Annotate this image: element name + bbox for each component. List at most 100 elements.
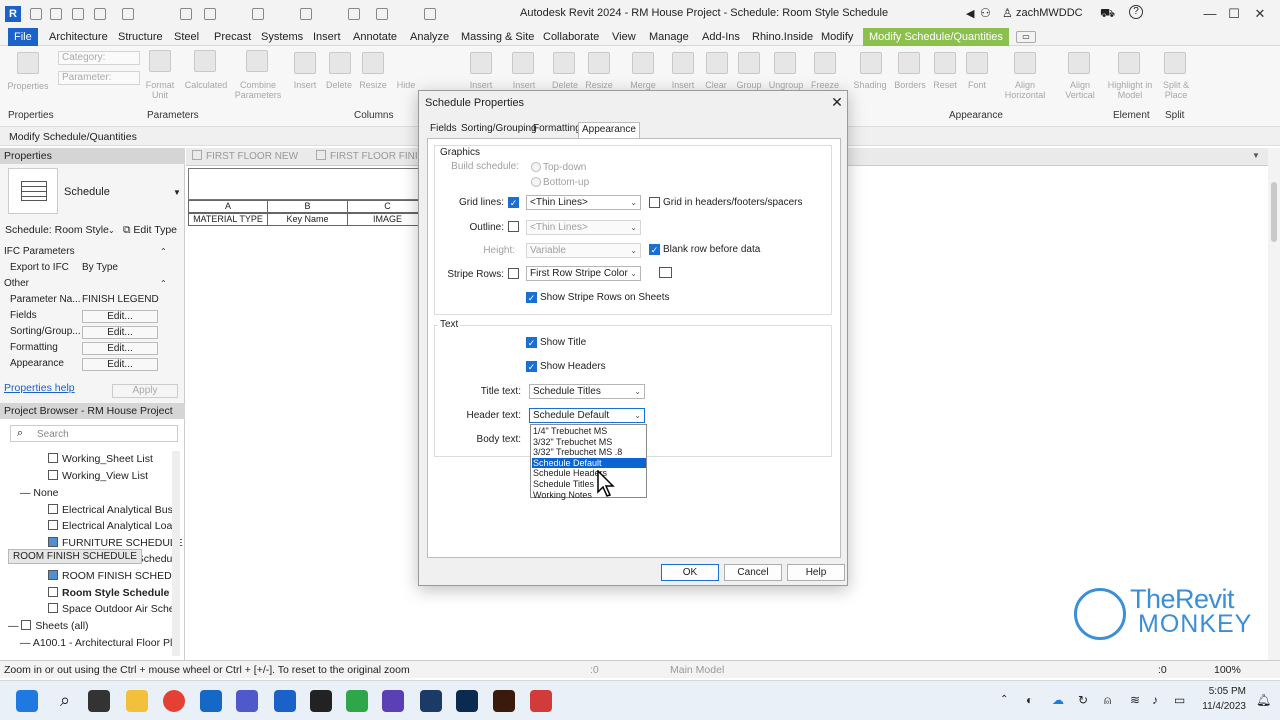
fields-edit-button[interactable]: Edit... (82, 310, 158, 323)
properties-help-link[interactable]: Properties help (4, 382, 75, 394)
autocad-icon[interactable] (382, 690, 404, 712)
insert-image-icon[interactable] (672, 52, 694, 74)
section-other[interactable]: Other (4, 276, 179, 292)
tab-massing-site[interactable]: Massing & Site (455, 28, 540, 46)
view-tab-first-floor-finish[interactable]: FIRST FLOOR FINIS (316, 150, 424, 162)
combine-parameters-icon[interactable] (246, 50, 268, 72)
stripe-rows-combo[interactable]: First Row Stripe Color ⌄ (526, 266, 641, 281)
browser-item[interactable]: ROOM FINISH SCHEDU (48, 568, 179, 584)
browser-item[interactable]: Electrical Analytical Load (48, 518, 178, 534)
delete-row-icon[interactable] (553, 52, 575, 74)
font-icon[interactable] (966, 52, 988, 74)
teams-icon[interactable] (236, 690, 258, 712)
tab-steel[interactable]: Steel (168, 28, 205, 46)
tab-architecture[interactable]: Architecture (43, 28, 114, 46)
align-horizontal-icon[interactable] (1014, 52, 1036, 74)
tab-precast[interactable]: Precast (208, 28, 257, 46)
tray-app-icon[interactable]: ◐ (1026, 693, 1033, 707)
illustrator-icon[interactable] (493, 690, 515, 712)
insert-data-row-icon[interactable] (512, 52, 534, 74)
resize-row-icon[interactable] (588, 52, 610, 74)
help-icon[interactable]: ? (1129, 5, 1143, 19)
prop-parameter-value[interactable]: FINISH LEGEND (82, 294, 159, 305)
stripe-rows-checkbox[interactable] (508, 268, 519, 279)
schedule-title-cell[interactable] (188, 168, 428, 200)
header-image[interactable]: IMAGE (347, 213, 428, 226)
insert-column-icon[interactable] (294, 52, 316, 74)
dialog-close-icon[interactable]: ✕ (829, 94, 845, 110)
formatting-edit-button[interactable]: Edit... (82, 342, 158, 355)
edit-type-button[interactable]: ⧉ Edit Type (123, 224, 177, 237)
section-icon[interactable] (376, 8, 388, 20)
filter-count[interactable]: :0 (1158, 664, 1167, 676)
align-vertical-icon[interactable] (1068, 52, 1090, 74)
blank-row-checkbox[interactable]: ✓ (649, 244, 660, 255)
undo-icon[interactable] (94, 8, 106, 20)
show-headers-checkbox[interactable]: ✓ (526, 361, 537, 372)
outlook-icon[interactable] (200, 690, 222, 712)
highlight-in-model-icon[interactable] (1118, 52, 1140, 74)
header-material-type[interactable]: MATERIAL TYPE (188, 213, 268, 226)
prop-export-ifc-value[interactable]: By Type (82, 262, 118, 273)
option-working-notes[interactable]: Working Notes (532, 490, 646, 501)
format-unit-icon[interactable] (149, 50, 171, 72)
binoculars-icon[interactable]: ⚇ (980, 6, 991, 20)
option-quarter-trebuchet[interactable]: 1/4" Trebuchet MS (532, 426, 646, 437)
open-icon[interactable] (30, 8, 42, 20)
ok-button[interactable]: OK (661, 564, 719, 581)
browser-group[interactable]: — Sheets (all) (8, 618, 89, 634)
ribbon-options-icon[interactable]: ▭ (1016, 31, 1036, 43)
scroll-thumb[interactable] (1271, 182, 1277, 242)
borders-icon[interactable] (898, 52, 920, 74)
type-dropdown-icon[interactable]: ▼ (173, 188, 181, 197)
save-icon[interactable] (50, 8, 62, 20)
3d-view-icon[interactable] (348, 8, 360, 20)
merge-icon[interactable] (632, 52, 654, 74)
tab-view[interactable]: View (606, 28, 642, 46)
tab-add-ins[interactable]: Add-Ins (696, 28, 746, 46)
show-title-checkbox[interactable]: ✓ (526, 337, 537, 348)
sync-tray-icon[interactable]: ↻ (1078, 693, 1088, 707)
column-letter-b[interactable]: B (267, 200, 348, 213)
search-icon[interactable]: ⌕ (54, 690, 76, 712)
tab-systems[interactable]: Systems (255, 28, 309, 46)
apply-button[interactable]: Apply (112, 384, 178, 398)
sync-icon[interactable] (72, 8, 84, 20)
cart-icon[interactable]: ⛟ (1100, 6, 1115, 22)
option-schedule-default[interactable]: Schedule Default (532, 457, 646, 469)
battery-icon[interactable]: ▭ (1174, 693, 1185, 707)
notification-icon[interactable]: 🔔︎ (1256, 693, 1271, 707)
option-schedule-titles[interactable]: Schedule Titles (532, 479, 646, 490)
instance-selector[interactable]: Schedule: Room Style (5, 224, 117, 236)
option-332-trebuchet-08[interactable]: 3/32" Trebuchet MS .8 (532, 447, 646, 458)
tab-appearance[interactable]: Appearance (578, 122, 640, 138)
sorting-edit-button[interactable]: Edit... (82, 326, 158, 339)
clear-cell-icon[interactable] (706, 52, 728, 74)
freeze-icon[interactable] (814, 52, 836, 74)
onedrive-icon[interactable]: ☁ (1052, 693, 1064, 707)
grid-lines-combo[interactable]: <Thin Lines> ⌄ (526, 195, 641, 210)
browser-item[interactable]: Electrical Analytical Bus (48, 502, 173, 518)
top-down-radio[interactable] (531, 162, 541, 172)
parameter-combo[interactable]: Parameter: (58, 71, 140, 85)
tab-annotate[interactable]: Annotate (347, 28, 403, 46)
bottom-up-radio[interactable] (531, 177, 541, 187)
cancel-button[interactable]: Cancel (724, 564, 782, 581)
revit-taskbar-icon[interactable] (274, 690, 296, 712)
grid-lines-checkbox[interactable]: ✓ (508, 197, 519, 208)
tab-fields[interactable]: Fields (427, 122, 460, 138)
wifi-icon[interactable]: ≋ (1130, 693, 1140, 707)
grid-headers-checkbox[interactable] (649, 197, 660, 208)
reset-icon[interactable] (934, 52, 956, 74)
tab-manage[interactable]: Manage (643, 28, 695, 46)
column-letter-c[interactable]: C (347, 200, 428, 213)
chrome-icon[interactable] (163, 690, 185, 712)
show-stripe-rows-checkbox[interactable]: ✓ (526, 292, 537, 303)
redo-icon[interactable] (122, 8, 134, 20)
ungroup-icon[interactable] (774, 52, 796, 74)
tab-modify[interactable]: Modify (815, 28, 859, 46)
height-combo[interactable]: Variable ⌄ (526, 243, 641, 258)
left-arrow-icon[interactable]: ◀ (966, 7, 974, 20)
rhino-icon[interactable] (310, 690, 332, 712)
browser-group[interactable]: — None (20, 485, 59, 501)
